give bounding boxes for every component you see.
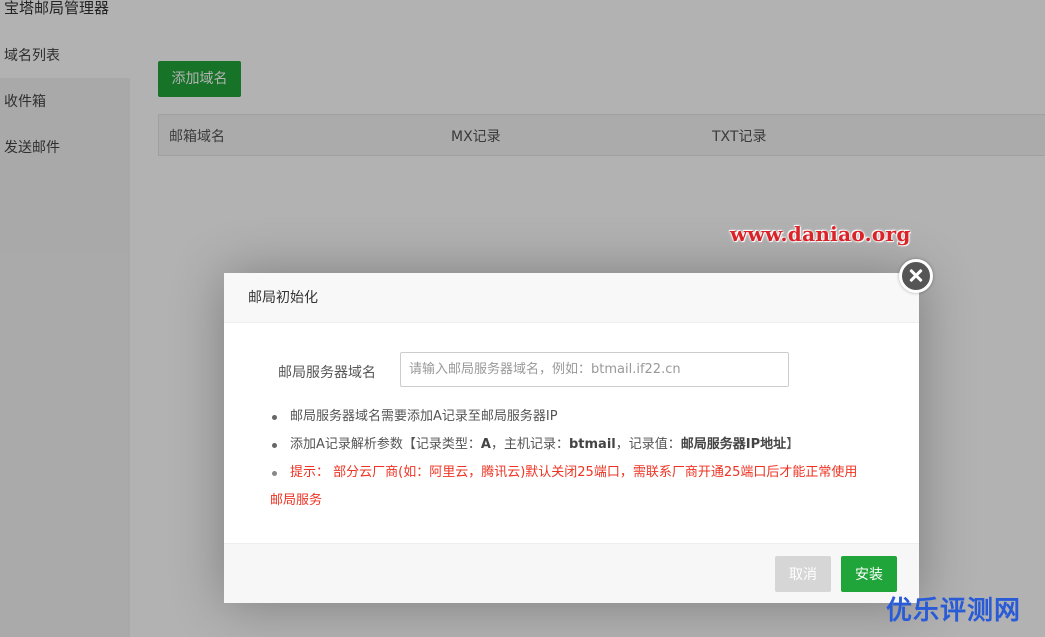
mail-init-dialog: 邮局初始化 邮局服务器域名 邮局服务器域名需要添加A记录至邮局服务器IP 添加A… <box>224 273 919 603</box>
tip-params-suffix: 】 <box>786 437 800 452</box>
tip-params-mid1: ，主机记录： <box>490 437 569 452</box>
tip-a-record-params: 添加A记录解析参数【记录类型：A，主机记录：btmail，记录值：邮局服务器IP… <box>270 435 870 455</box>
bullet-icon <box>272 415 277 420</box>
dialog-footer: 取消 安装 <box>224 543 919 603</box>
tip-a-record-text: 邮局服务器域名需要添加A记录至邮局服务器IP <box>290 409 558 424</box>
tips-list: 邮局服务器域名需要添加A记录至邮局服务器IP 添加A记录解析参数【记录类型：A，… <box>270 407 870 523</box>
close-icon[interactable] <box>899 259 933 293</box>
bullet-icon <box>272 471 277 476</box>
tip-params-mid2: ，记录值： <box>615 437 681 452</box>
tip-params-prefix: 添加A记录解析参数【记录类型： <box>290 437 481 452</box>
tip-port-25-warning: 提示： 部分云厂商(如：阿里云，腾讯云)默认关闭25端口，需联系厂商开通25端口… <box>270 459 870 515</box>
tip-port-25-text: 提示： 部分云厂商(如：阿里云，腾讯云)默认关闭25端口，需联系厂商开通25端口… <box>270 465 858 508</box>
tip-param-type: A <box>480 437 491 452</box>
cancel-button[interactable]: 取消 <box>775 556 831 592</box>
dialog-title: 邮局初始化 <box>224 273 919 323</box>
install-button[interactable]: 安装 <box>841 556 897 592</box>
watermark-bottom: 优乐评测网 <box>886 596 1022 626</box>
tip-param-host: btmail <box>568 437 616 452</box>
tip-a-record: 邮局服务器域名需要添加A记录至邮局服务器IP <box>270 407 870 427</box>
bullet-icon <box>272 443 277 448</box>
server-domain-label: 邮局服务器域名 <box>278 365 376 381</box>
watermark-top: www.daniao.org <box>730 222 911 246</box>
server-domain-input[interactable] <box>400 352 789 387</box>
tip-param-value: 邮局服务器IP地址 <box>680 437 787 452</box>
